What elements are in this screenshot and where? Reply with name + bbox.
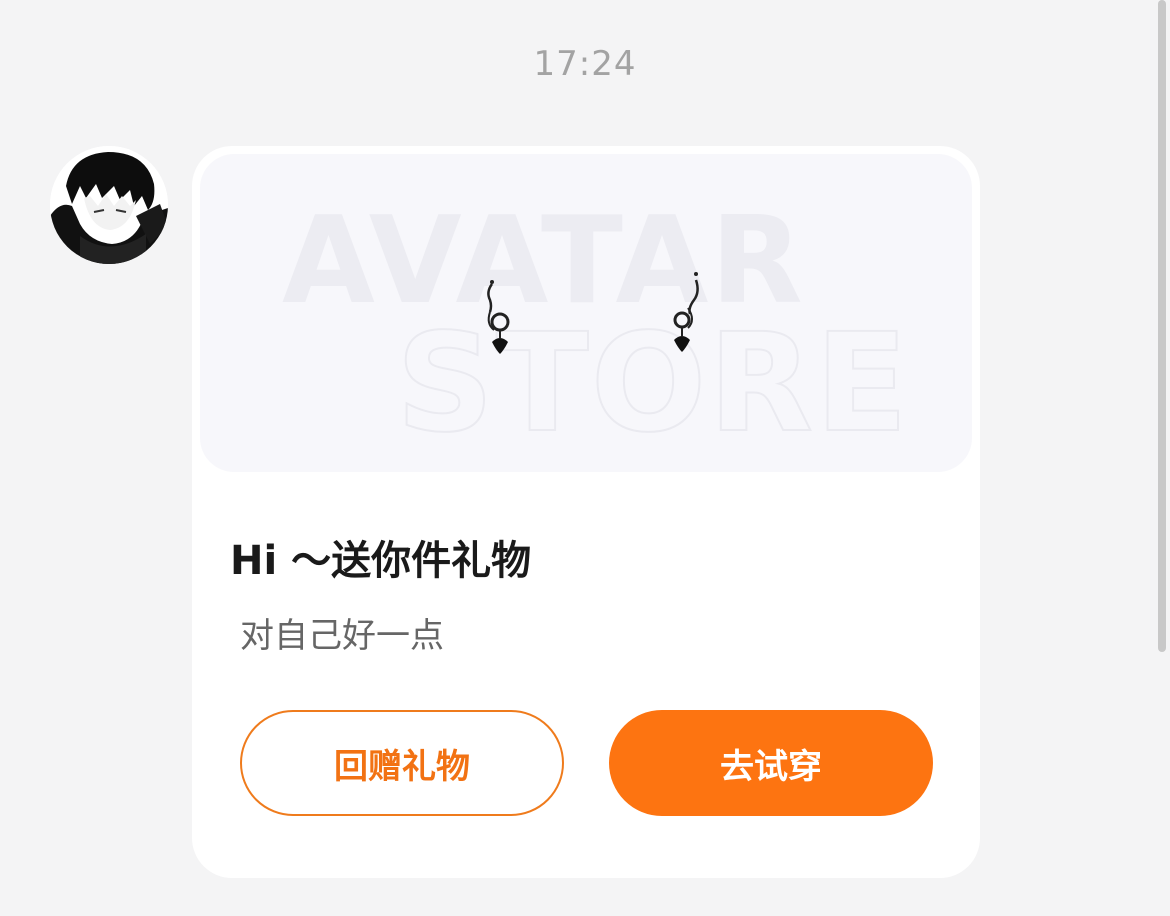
gift-subtitle: 对自己好一点 (240, 616, 444, 656)
return-gift-button[interactable]: 回赠礼物 (240, 710, 564, 816)
earring-icon (673, 272, 699, 352)
gift-title: Hi ～送你件礼物 (230, 538, 532, 584)
gift-card[interactable]: AVATAR STORE Hi ～送你件礼物 对自己好一点 回赠礼物 去试穿 (192, 146, 980, 878)
avatar[interactable] (50, 146, 168, 264)
try-on-button[interactable]: 去试穿 (609, 710, 933, 816)
chat-screen: 17:24 AVATAR STORE Hi ～送你件礼物 对自己好一点 回赠礼物… (0, 0, 1170, 916)
anime-boy-avatar-icon (50, 146, 168, 264)
banner-word-store: STORE (395, 305, 910, 463)
earring-icon (487, 280, 510, 354)
message-timestamp: 17:24 (533, 44, 637, 84)
banner-word-avatar: AVATAR (282, 192, 805, 331)
scrollbar[interactable] (1158, 0, 1166, 652)
gift-banner: AVATAR STORE (200, 154, 972, 472)
